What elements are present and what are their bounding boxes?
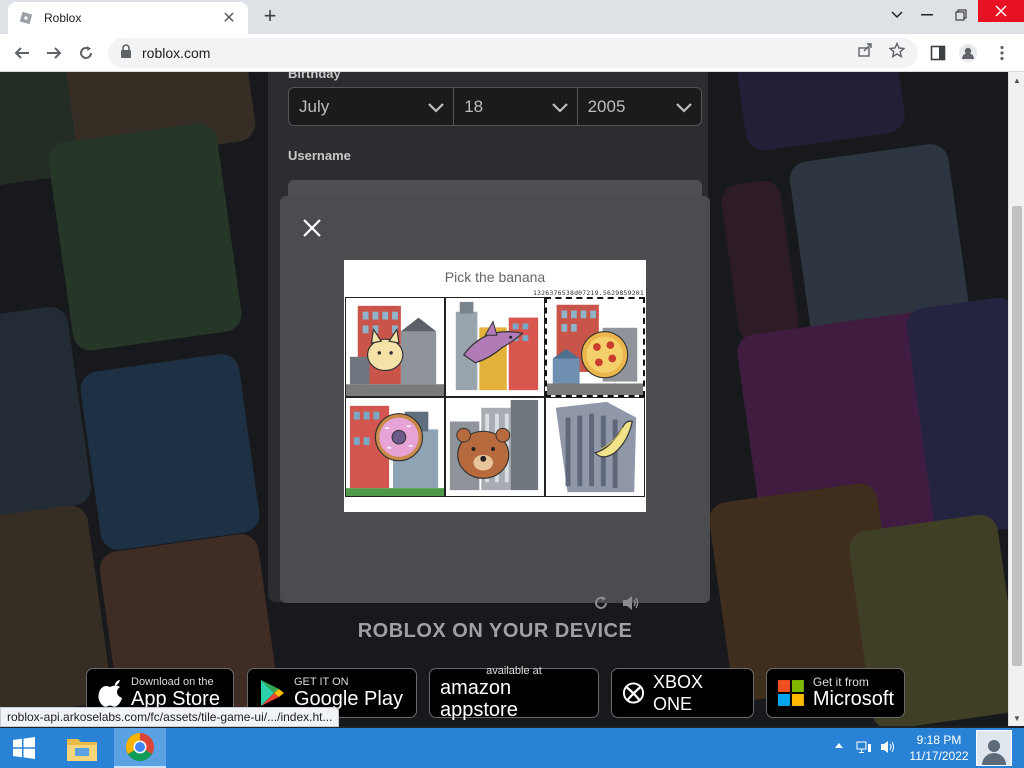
scroll-up-arrow-icon[interactable]: ▲ [1009,72,1024,88]
birth-day-value: 18 [464,96,484,116]
microsoft-store-button[interactable]: Get it from Microsoft [766,668,905,718]
captcha-tile-bear[interactable] [445,397,545,497]
page-viewport: Birthday July 18 2005 Username Pick the … [0,72,1008,726]
chrome-icon [126,733,154,761]
lock-icon[interactable] [120,43,132,63]
profile-avatar-icon[interactable] [958,43,978,63]
clock-time: 9:18 PM [916,733,962,747]
chevron-down-icon [676,103,692,113]
xbox-one-button[interactable]: XBOX ONE [611,668,754,718]
xbox-label: XBOX ONE [652,672,704,714]
captcha-tile-cat[interactable] [345,297,445,397]
device-heading: ROBLOX ON YOUR DEVICE [357,620,633,642]
scrollbar-thumb[interactable] [1012,206,1022,666]
microsoft-small: Get it from [812,675,869,689]
captcha-tile-dolphin[interactable] [445,297,545,397]
new-tab-button[interactable]: + [258,5,282,29]
address-bar[interactable]: roblox.com [108,38,918,68]
birth-month-value: July [299,96,330,116]
amazon-appstore-button[interactable]: available at amazon appstore [429,665,599,721]
pizza-image [547,304,643,395]
birth-year-value: 2005 [587,96,626,116]
file-explorer-button[interactable] [56,728,108,768]
birth-year-select[interactable]: 2005 [578,88,701,125]
captcha-tile-banana[interactable] [545,397,645,497]
donut-image [346,405,444,496]
audio-icon[interactable] [622,594,640,612]
side-panel-icon[interactable] [928,43,948,63]
restore-button[interactable] [944,0,978,30]
birthday-label: Birthday [288,72,341,81]
apple-icon [98,680,122,707]
microsoft-logo-icon [777,680,804,706]
back-arrow-icon[interactable] [10,41,34,65]
user-account-icon[interactable] [976,730,1012,766]
folder-icon [67,739,97,761]
browser-toolbar: roblox.com [0,34,1024,72]
google-play-small: GET IT ON [294,676,349,688]
url-text: roblox.com [142,45,211,61]
browser-menu-icon[interactable] [992,43,1012,63]
banana-image [555,401,637,493]
username-label: Username [288,148,351,163]
app-store-small: Download on the [131,676,214,688]
network-icon[interactable] [856,740,872,757]
birth-day-select[interactable]: 18 [454,88,578,125]
windows-taskbar: 9:18 PM 11/17/2022 [0,728,1024,768]
roblox-favicon-icon [18,10,34,26]
birthday-selectors: July 18 2005 [288,87,702,126]
google-play-icon [261,680,284,706]
bookmark-star-icon[interactable] [888,41,906,59]
captcha-session-id: 1326376538d07219.5629859201 [532,289,644,297]
tab-title: Roblox [44,11,82,25]
windows-logo-icon [13,737,35,759]
forward-arrow-icon[interactable] [42,41,66,65]
clock-date: 11/17/2022 [909,749,969,763]
birth-month-select[interactable]: July [289,88,455,125]
chrome-taskbar-button[interactable] [114,728,166,768]
tray-overflow-icon[interactable] [834,740,844,752]
captcha-modal: Pick the banana 1326376538d07219.5629859… [280,196,710,610]
microsoft-label: Microsoft [812,688,894,710]
cat-image [346,305,444,396]
page-scrollbar[interactable]: ▲ ▼ [1008,72,1024,726]
taskbar-clock[interactable]: 9:18 PM 11/17/2022 [904,732,974,764]
window-close-button[interactable] [978,0,1024,22]
tab-strip: Roblox ✕ + [0,0,1024,34]
reload-page-icon[interactable] [74,41,98,65]
captcha-prompt: Pick the banana [444,269,546,285]
chevron-down-icon [551,103,568,113]
xbox-icon [622,682,645,704]
tab-close-button[interactable]: ✕ [220,8,238,28]
captcha-tile-pizza[interactable] [545,297,645,397]
volume-icon[interactable] [880,740,896,757]
captcha-tile-donut[interactable] [345,397,445,497]
share-icon[interactable] [856,41,874,59]
minimize-button[interactable] [910,0,944,30]
dolphin-image [455,301,539,391]
tab-search-chevron-icon[interactable] [880,0,914,30]
close-icon[interactable] [300,216,324,240]
amazon-small: available at [486,665,542,677]
bear-image [449,399,539,491]
browser-tab[interactable]: Roblox ✕ [8,2,248,34]
start-button[interactable] [0,728,48,768]
status-url-bubble: roblox-api.arkoselabs.com/fc/assets/tile… [0,707,340,727]
reload-icon[interactable] [592,594,610,612]
scroll-down-arrow-icon[interactable]: ▼ [1009,710,1024,726]
amazon-label: amazon appstore [440,677,518,721]
chevron-down-icon [428,103,444,113]
captcha-controls [592,594,640,612]
captcha-puzzle: Pick the banana 1326376538d07219.5629859… [344,260,646,512]
captcha-tile-grid [345,297,645,497]
